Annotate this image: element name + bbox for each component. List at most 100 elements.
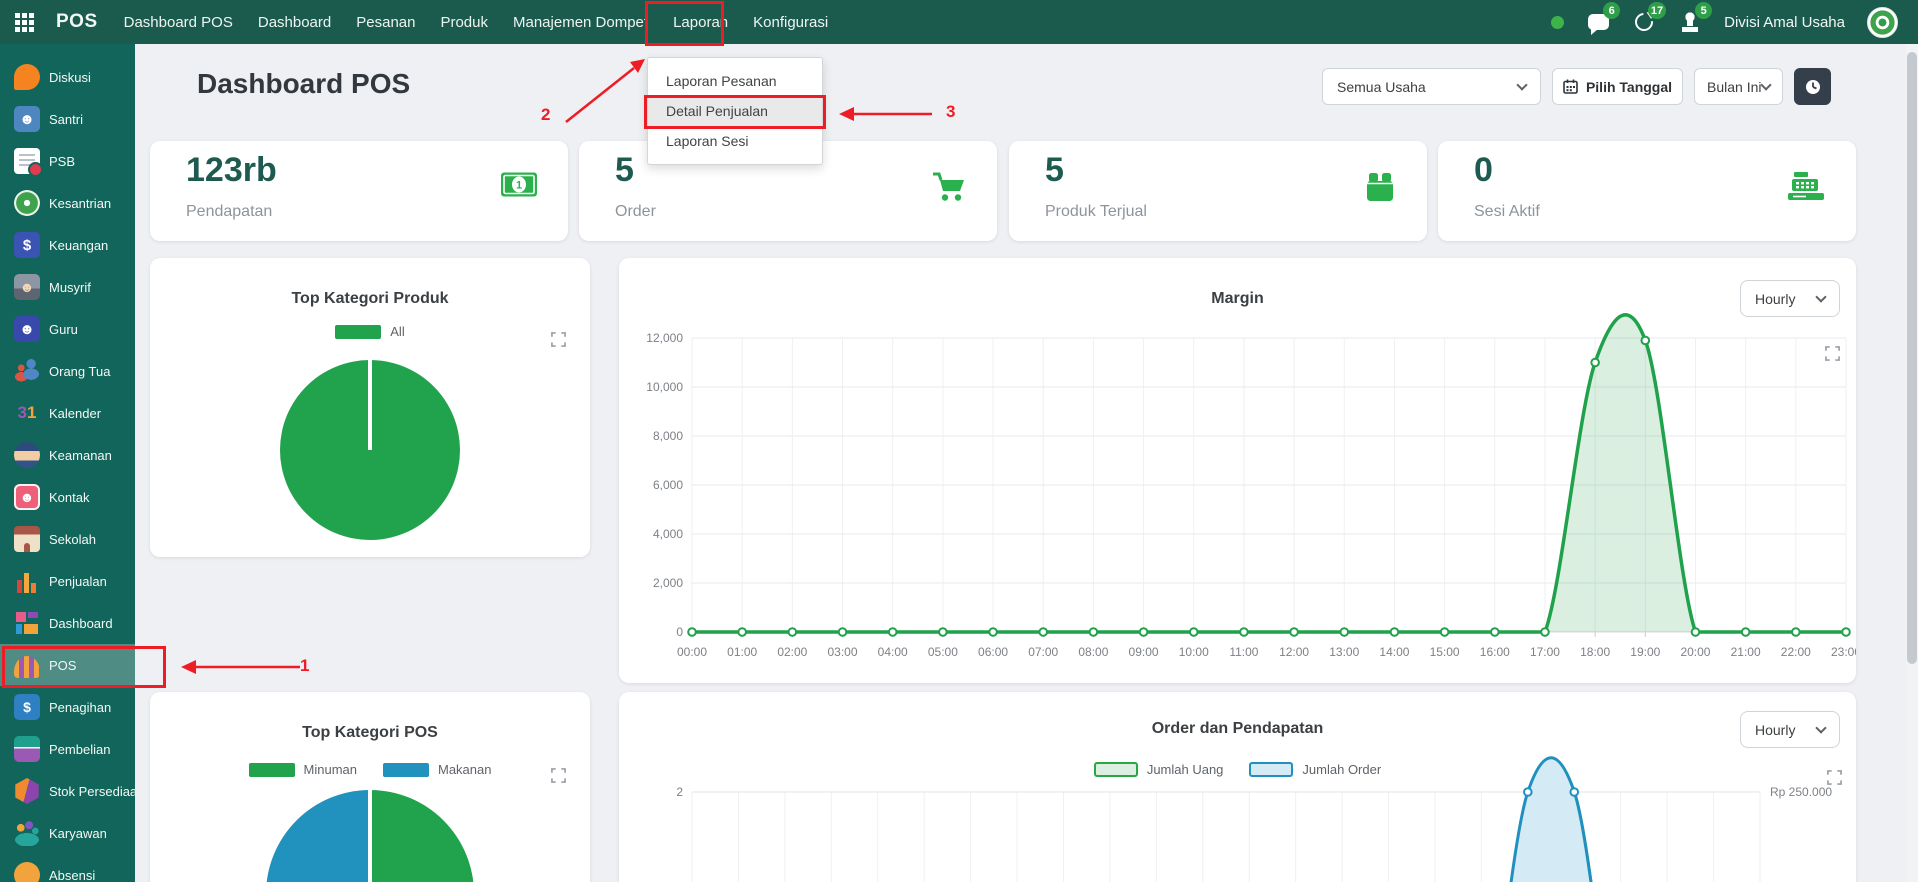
annotation-label-3: 3: [946, 102, 955, 122]
svg-text:11:00: 11:00: [1229, 645, 1258, 659]
margin-chart-card: Margin Hourly 00:0001:0002:0003:0004:000…: [619, 258, 1856, 683]
nav-item-manajemen-dompet[interactable]: Manajemen Dompet: [513, 14, 648, 31]
sidebar-item-label: Pembelian: [49, 742, 110, 757]
menu-item-detail-penjualan[interactable]: Detail Penjualan: [648, 96, 822, 126]
sidebar-item-pembelian[interactable]: Pembelian: [0, 728, 135, 770]
nav-item-konfigurasi[interactable]: Konfigurasi: [753, 14, 828, 31]
nav-item-dashboard-pos[interactable]: Dashboard POS: [124, 14, 233, 31]
business-select-value: Semua Usaha: [1337, 79, 1426, 95]
menu-item-laporan-pesanan[interactable]: Laporan Pesanan: [648, 66, 822, 96]
chevron-down-icon: [1815, 291, 1826, 302]
svg-text:6,000: 6,000: [653, 478, 683, 492]
margin-line-chart: 00:0001:0002:0003:0004:0005:0006:0007:00…: [619, 258, 1856, 683]
sidebar-item-santri[interactable]: Santri: [0, 98, 135, 140]
legend-label: Jumlah Order: [1302, 762, 1381, 777]
calendar-icon: [1563, 79, 1578, 94]
menu-item-laporan-sesi[interactable]: Laporan Sesi: [648, 126, 822, 156]
svg-text:09:00: 09:00: [1129, 645, 1159, 659]
nav-item-produk[interactable]: Produk: [440, 14, 488, 31]
chat-badge: 6: [1603, 2, 1620, 19]
stok-persediaan-icon: [14, 778, 40, 804]
sidebar-item-kontak[interactable]: Kontak: [0, 476, 135, 518]
sidebar-item-keuangan[interactable]: Keuangan: [0, 224, 135, 266]
user-menu[interactable]: Divisi Amal Usaha: [1724, 14, 1845, 31]
nav-item-laporan[interactable]: Laporan: [673, 14, 728, 31]
svg-text:12,000: 12,000: [646, 331, 683, 345]
legend-swatch: [249, 763, 295, 777]
legend-entry-all[interactable]: All: [335, 324, 404, 339]
chat-icon[interactable]: 6: [1586, 10, 1610, 34]
app-brand[interactable]: POS: [56, 11, 98, 33]
sidebar-item-guru[interactable]: Guru: [0, 308, 135, 350]
sidebar-item-sekolah[interactable]: Sekolah: [0, 518, 135, 560]
chart-legend: Jumlah Uang Jumlah Order: [619, 762, 1856, 777]
stat-value: 5: [1045, 151, 1064, 190]
legend-swatch: [335, 325, 381, 339]
legend-entry-minuman[interactable]: Minuman: [249, 762, 357, 777]
svg-text:01:00: 01:00: [727, 645, 757, 659]
avatar[interactable]: [1867, 7, 1898, 38]
pos-dashboard-screen: POS Dashboard POSDashboardPesananProdukM…: [0, 0, 1918, 882]
apps-grid-icon[interactable]: [14, 12, 34, 32]
approval-icon[interactable]: 5: [1678, 10, 1702, 34]
legend-entry-jumlah-uang[interactable]: Jumlah Uang: [1094, 762, 1224, 777]
order-interval-select[interactable]: Hourly: [1740, 711, 1840, 748]
svg-text:03:00: 03:00: [828, 645, 858, 659]
svg-text:18:00: 18:00: [1580, 645, 1610, 659]
guru-icon: [14, 316, 40, 342]
sidebar-item-diskusi[interactable]: Diskusi: [0, 56, 135, 98]
scrollbar-track[interactable]: [1906, 44, 1918, 882]
nav-item-dashboard[interactable]: Dashboard: [258, 14, 331, 31]
scrollbar-thumb[interactable]: [1907, 52, 1917, 664]
kesantrian-logo-icon: [14, 190, 40, 216]
svg-text:14:00: 14:00: [1379, 645, 1409, 659]
stat-label: Pendapatan: [186, 203, 272, 221]
sidebar-item-stok-persediaan[interactable]: Stok Persediaan: [0, 770, 135, 812]
sidebar-item-karyawan[interactable]: Karyawan: [0, 812, 135, 854]
expand-icon[interactable]: [1827, 770, 1842, 790]
svg-text:00:00: 00:00: [677, 645, 707, 659]
legend-entry-jumlah-order[interactable]: Jumlah Order: [1249, 762, 1381, 777]
sidebar-item-label: Sekolah: [49, 532, 96, 547]
legend-swatch: [1249, 762, 1293, 777]
pos-store-icon: [14, 656, 40, 678]
filter-bar: Semua Usaha Pilih Tanggal Bulan Ini: [1322, 68, 1831, 105]
musyrif-icon: [14, 274, 40, 300]
sidebar-item-label: Penagihan: [49, 700, 111, 715]
keuangan-finance-icon: [14, 232, 40, 258]
legend-entry-makanan[interactable]: Makanan: [383, 762, 491, 777]
expand-icon[interactable]: [1825, 346, 1840, 366]
sidebar-item-label: Kesantrian: [49, 196, 111, 211]
sidebar-item-kalender[interactable]: Kalender: [0, 392, 135, 434]
svg-text:04:00: 04:00: [878, 645, 908, 659]
sidebar-item-pos[interactable]: POS: [0, 644, 135, 686]
sidebar-item-orang-tua[interactable]: Orang Tua: [0, 350, 135, 392]
penagihan-billing-icon: [14, 694, 40, 720]
expand-icon[interactable]: [551, 768, 566, 788]
sidebar-item-dashboard[interactable]: Dashboard: [0, 602, 135, 644]
sidebar-item-kesantrian[interactable]: Kesantrian: [0, 182, 135, 224]
sidebar-item-psb[interactable]: PSB: [0, 140, 135, 182]
nav-item-pesanan[interactable]: Pesanan: [356, 14, 415, 31]
period-select[interactable]: Bulan Ini: [1694, 68, 1783, 105]
produk-pie-chart: [280, 360, 460, 540]
stat-card-produk-terjual: 5Produk Terjual: [1009, 141, 1427, 241]
sidebar-item-penagihan[interactable]: Penagihan: [0, 686, 135, 728]
sidebar-item-absensi[interactable]: Absensi: [0, 854, 135, 882]
sidebar-item-keamanan[interactable]: Keamanan: [0, 434, 135, 476]
chevron-down-icon: [1815, 722, 1826, 733]
expand-icon[interactable]: [551, 332, 566, 352]
annotation-label-2: 2: [541, 105, 550, 125]
chart-legend: Minuman Makanan: [150, 762, 590, 777]
pick-date-button[interactable]: Pilih Tanggal: [1552, 68, 1683, 105]
sidebar-item-musyrif[interactable]: Musyrif: [0, 266, 135, 308]
sidebar-item-penjualan[interactable]: Penjualan: [0, 560, 135, 602]
business-select[interactable]: Semua Usaha: [1322, 68, 1541, 105]
chevron-down-icon: [1516, 79, 1527, 90]
time-filter-button[interactable]: [1794, 68, 1831, 105]
sidebar-item-label: Guru: [49, 322, 78, 337]
stat-label: Order: [615, 203, 656, 221]
history-icon[interactable]: 17: [1632, 10, 1656, 34]
margin-interval-select[interactable]: Hourly: [1740, 280, 1840, 317]
legend-label: Makanan: [438, 762, 491, 777]
